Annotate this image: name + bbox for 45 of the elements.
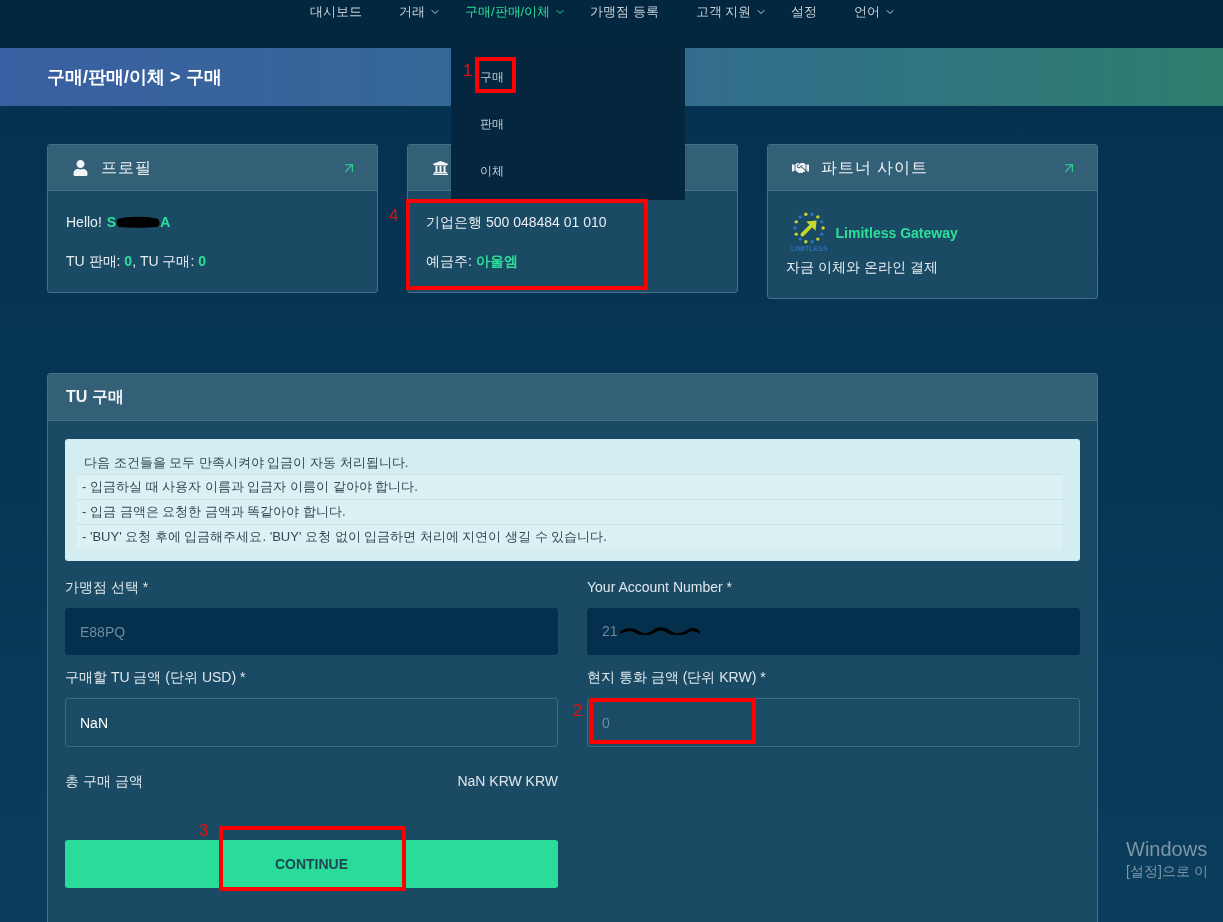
activation-notice-text: [설정]으로 이	[1126, 862, 1208, 880]
field-label: 구매할 TU 금액 (단위 USD) *	[65, 667, 246, 687]
account-holder-text: 예금주: 아울엠	[426, 251, 518, 271]
card-title: 프로필	[101, 157, 152, 178]
nav-item[interactable]: 구매/판매/이체	[465, 3, 567, 21]
user-name-text: A	[160, 212, 171, 232]
notice-rule-text: - 'BUY' 요청 후에 입금해주세요. 'BUY' 요청 없이 입금하면 처리에 지연이 생길 수 있습니다.	[82, 528, 607, 547]
card-title: 파트너 사이트	[821, 157, 929, 178]
field-label: 현지 통화 금액 (단위 KRW) *	[587, 667, 766, 687]
logo-icon	[792, 211, 827, 245]
continue-button[interactable]: CONTINUE	[65, 840, 558, 888]
panel-title: TU 구매	[66, 387, 124, 407]
notice-rule-text: - 입금 금액은 요청한 금액과 똑같아야 합니다.	[82, 503, 346, 522]
bank-account-text: 기업은행 500 048484 01 010	[426, 212, 607, 232]
partner-name-link[interactable]: Limitless Gateway	[835, 223, 958, 244]
greeting-text: Hello!	[66, 212, 102, 232]
user-icon	[72, 159, 89, 176]
dropdown-item[interactable]: 판매	[451, 100, 685, 147]
tu-stats-text: TU 판매: 0, TU 구매: 0	[66, 251, 207, 271]
notice-rule-text: - 입금하실 때 사용자 이름과 입금자 이름이 같아야 합니다.	[82, 478, 418, 497]
annotation-number: 2	[573, 701, 583, 721]
redaction-mark	[116, 216, 161, 228]
nav-item[interactable]: 거래	[399, 3, 441, 21]
total-label: 총 구매 금액	[65, 771, 143, 791]
nav-item[interactable]: 가맹점 등록	[590, 3, 659, 21]
field-label: Your Account Number *	[587, 577, 732, 597]
dropdown-item[interactable]: 이체	[451, 147, 685, 194]
notice-text: 다음 조건들을 모두 만족시켜야 입금이 자동 처리됩니다.	[84, 454, 409, 473]
user-name-text: S	[106, 212, 117, 232]
bank-icon	[432, 159, 449, 176]
annotation-number: 1	[463, 61, 473, 81]
annotation-box	[475, 57, 516, 93]
input-field[interactable]: 0	[587, 698, 1080, 747]
nav-item[interactable]: 고객 지원	[695, 3, 768, 21]
activation-notice-title: Windows	[1126, 837, 1208, 862]
nav-item[interactable]: 언어	[854, 3, 897, 21]
partner-description-text: 자금 이체와 온라인 결제	[786, 258, 938, 277]
field-label: 가맹점 선택 *	[65, 577, 149, 597]
nav-item[interactable]: 설정	[791, 3, 818, 21]
input-field[interactable]: NaN	[65, 698, 558, 747]
annotation-number: 3	[199, 821, 209, 841]
nav-item[interactable]: 대시보드	[310, 3, 362, 21]
annotation-number: 4	[389, 206, 399, 226]
breadcrumb-text: 구매/판매/이체 > 구매	[47, 65, 222, 89]
total-value: NaN KRW KRW	[457, 771, 558, 791]
